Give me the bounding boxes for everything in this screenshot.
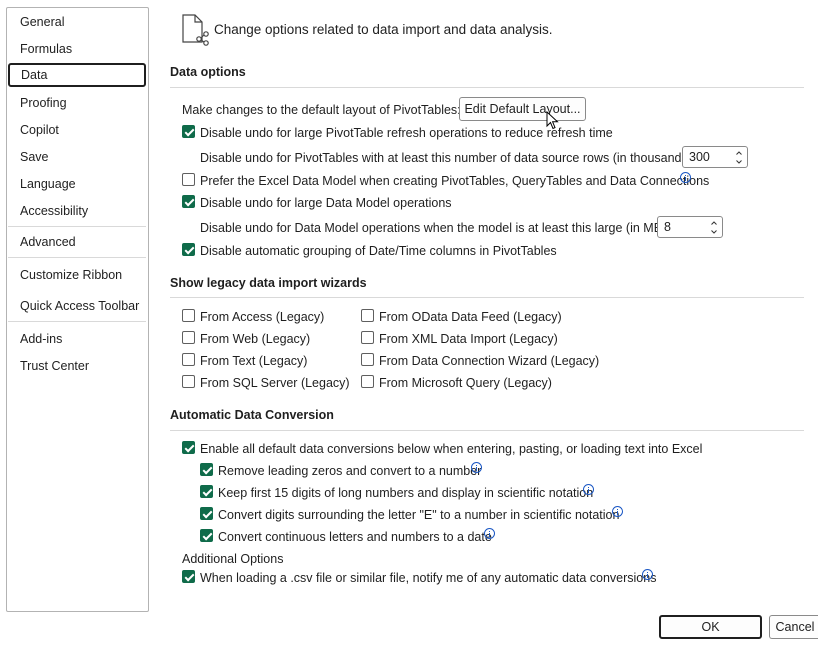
disable-auto-grouping-checkbox[interactable]: [182, 243, 195, 256]
sidebar-item-add-ins[interactable]: Add-ins: [8, 327, 146, 351]
from-microsoft-query-label: From Microsoft Query (Legacy): [379, 376, 552, 390]
sidebar-item-trust-center[interactable]: Trust Center: [8, 354, 146, 378]
from-text-label: From Text (Legacy): [200, 354, 308, 368]
enable-all-conversions-label: Enable all default data conversions belo…: [200, 442, 703, 456]
disable-undo-refresh-label: Disable undo for large PivotTable refres…: [200, 126, 613, 140]
sidebar-item-advanced[interactable]: Advanced: [8, 230, 146, 254]
sidebar-divider: [8, 257, 146, 258]
sidebar-item-customize-ribbon[interactable]: Customize Ribbon: [8, 263, 146, 287]
enable-all-conversions-checkbox[interactable]: [182, 441, 195, 454]
chevron-up-icon[interactable]: [710, 219, 718, 227]
sidebar-item-save[interactable]: Save: [8, 145, 146, 169]
disable-undo-data-model-checkbox[interactable]: [182, 195, 195, 208]
section-title-data-options: Data options: [170, 65, 246, 79]
from-web-label: From Web (Legacy): [200, 332, 311, 346]
disable-auto-grouping-label: Disable automatic grouping of Date/Time …: [200, 244, 557, 258]
chevron-down-icon[interactable]: [710, 228, 718, 236]
sidebar-item-proofing[interactable]: Proofing: [8, 91, 146, 115]
sidebar-item-language[interactable]: Language: [8, 172, 146, 196]
from-sql-server-label: From SQL Server (Legacy): [200, 376, 350, 390]
from-odata-checkbox[interactable]: [361, 309, 374, 322]
rows-threshold-label: Disable undo for PivotTables with at lea…: [200, 151, 696, 165]
from-xml-label: From XML Data Import (Legacy): [379, 332, 558, 346]
chevron-down-icon[interactable]: [735, 158, 743, 166]
page-description: Change options related to data import an…: [214, 22, 553, 37]
section-title-legacy-wizards: Show legacy data import wizards: [170, 276, 367, 290]
sidebar-item-data[interactable]: Data: [8, 63, 146, 87]
notify-csv-label: When loading a .csv file or similar file…: [200, 571, 657, 585]
convert-dates-checkbox[interactable]: [200, 529, 213, 542]
cancel-button-label: Cancel: [775, 620, 815, 634]
from-odata-label: From OData Data Feed (Legacy): [379, 310, 562, 324]
keep-15-digits-checkbox[interactable]: [200, 485, 213, 498]
model-size-input[interactable]: [664, 220, 704, 234]
convert-dates-label: Convert continuous letters and numbers t…: [218, 530, 492, 544]
disable-undo-refresh-checkbox[interactable]: [182, 125, 195, 138]
info-icon[interactable]: [484, 528, 495, 539]
sidebar-item-formulas[interactable]: Formulas: [8, 37, 146, 61]
sidebar-item-copilot[interactable]: Copilot: [8, 118, 146, 142]
from-sql-server-checkbox[interactable]: [182, 375, 195, 388]
remove-leading-zeros-label: Remove leading zeros and convert to a nu…: [218, 464, 482, 478]
sidebar-item-general[interactable]: General: [8, 10, 146, 34]
from-data-connection-checkbox[interactable]: [361, 353, 374, 366]
info-icon[interactable]: [471, 462, 482, 473]
document-data-icon: [182, 14, 209, 46]
convert-e-checkbox[interactable]: [200, 507, 213, 520]
from-web-checkbox[interactable]: [182, 331, 195, 344]
default-layout-label: Make changes to the default layout of Pi…: [182, 103, 461, 117]
from-access-label: From Access (Legacy): [200, 310, 325, 324]
info-icon[interactable]: [642, 569, 653, 580]
section-divider: [170, 430, 804, 431]
rows-threshold-spinner[interactable]: [682, 146, 748, 168]
notify-csv-checkbox[interactable]: [182, 570, 195, 583]
model-size-spinner[interactable]: [657, 216, 723, 238]
edit-default-layout-button[interactable]: Edit Default Layout...: [459, 97, 586, 121]
from-text-checkbox[interactable]: [182, 353, 195, 366]
from-microsoft-query-checkbox[interactable]: [361, 375, 374, 388]
disable-undo-data-model-label: Disable undo for large Data Model operat…: [200, 196, 452, 210]
sidebar-divider: [8, 321, 146, 322]
section-title-auto-conversion: Automatic Data Conversion: [170, 408, 334, 422]
rows-threshold-input[interactable]: [689, 150, 729, 164]
from-xml-checkbox[interactable]: [361, 331, 374, 344]
options-sidebar: General Formulas Data Proofing Copilot S…: [6, 7, 149, 612]
prefer-data-model-checkbox[interactable]: [182, 173, 195, 186]
from-data-connection-label: From Data Connection Wizard (Legacy): [379, 354, 600, 368]
section-divider: [170, 87, 804, 88]
remove-leading-zeros-checkbox[interactable]: [200, 463, 213, 476]
info-icon[interactable]: [680, 172, 691, 183]
keep-15-digits-label: Keep first 15 digits of long numbers and…: [218, 486, 594, 500]
cancel-button[interactable]: Cancel: [769, 615, 818, 639]
prefer-data-model-label: Prefer the Excel Data Model when creatin…: [200, 174, 710, 188]
ok-button[interactable]: OK: [659, 615, 762, 639]
section-divider: [170, 297, 804, 298]
model-size-label: Disable undo for Data Model operations w…: [200, 221, 670, 235]
additional-options-title: Additional Options: [182, 552, 284, 566]
info-icon[interactable]: [583, 484, 594, 495]
convert-e-label: Convert digits surrounding the letter "E…: [218, 508, 620, 522]
info-icon[interactable]: [612, 506, 623, 517]
sidebar-item-accessibility[interactable]: Accessibility: [8, 199, 146, 223]
sidebar-item-quick-access-toolbar[interactable]: Quick Access Toolbar: [8, 294, 146, 318]
chevron-up-icon[interactable]: [735, 149, 743, 157]
sidebar-divider: [8, 226, 146, 227]
from-access-checkbox[interactable]: [182, 309, 195, 322]
